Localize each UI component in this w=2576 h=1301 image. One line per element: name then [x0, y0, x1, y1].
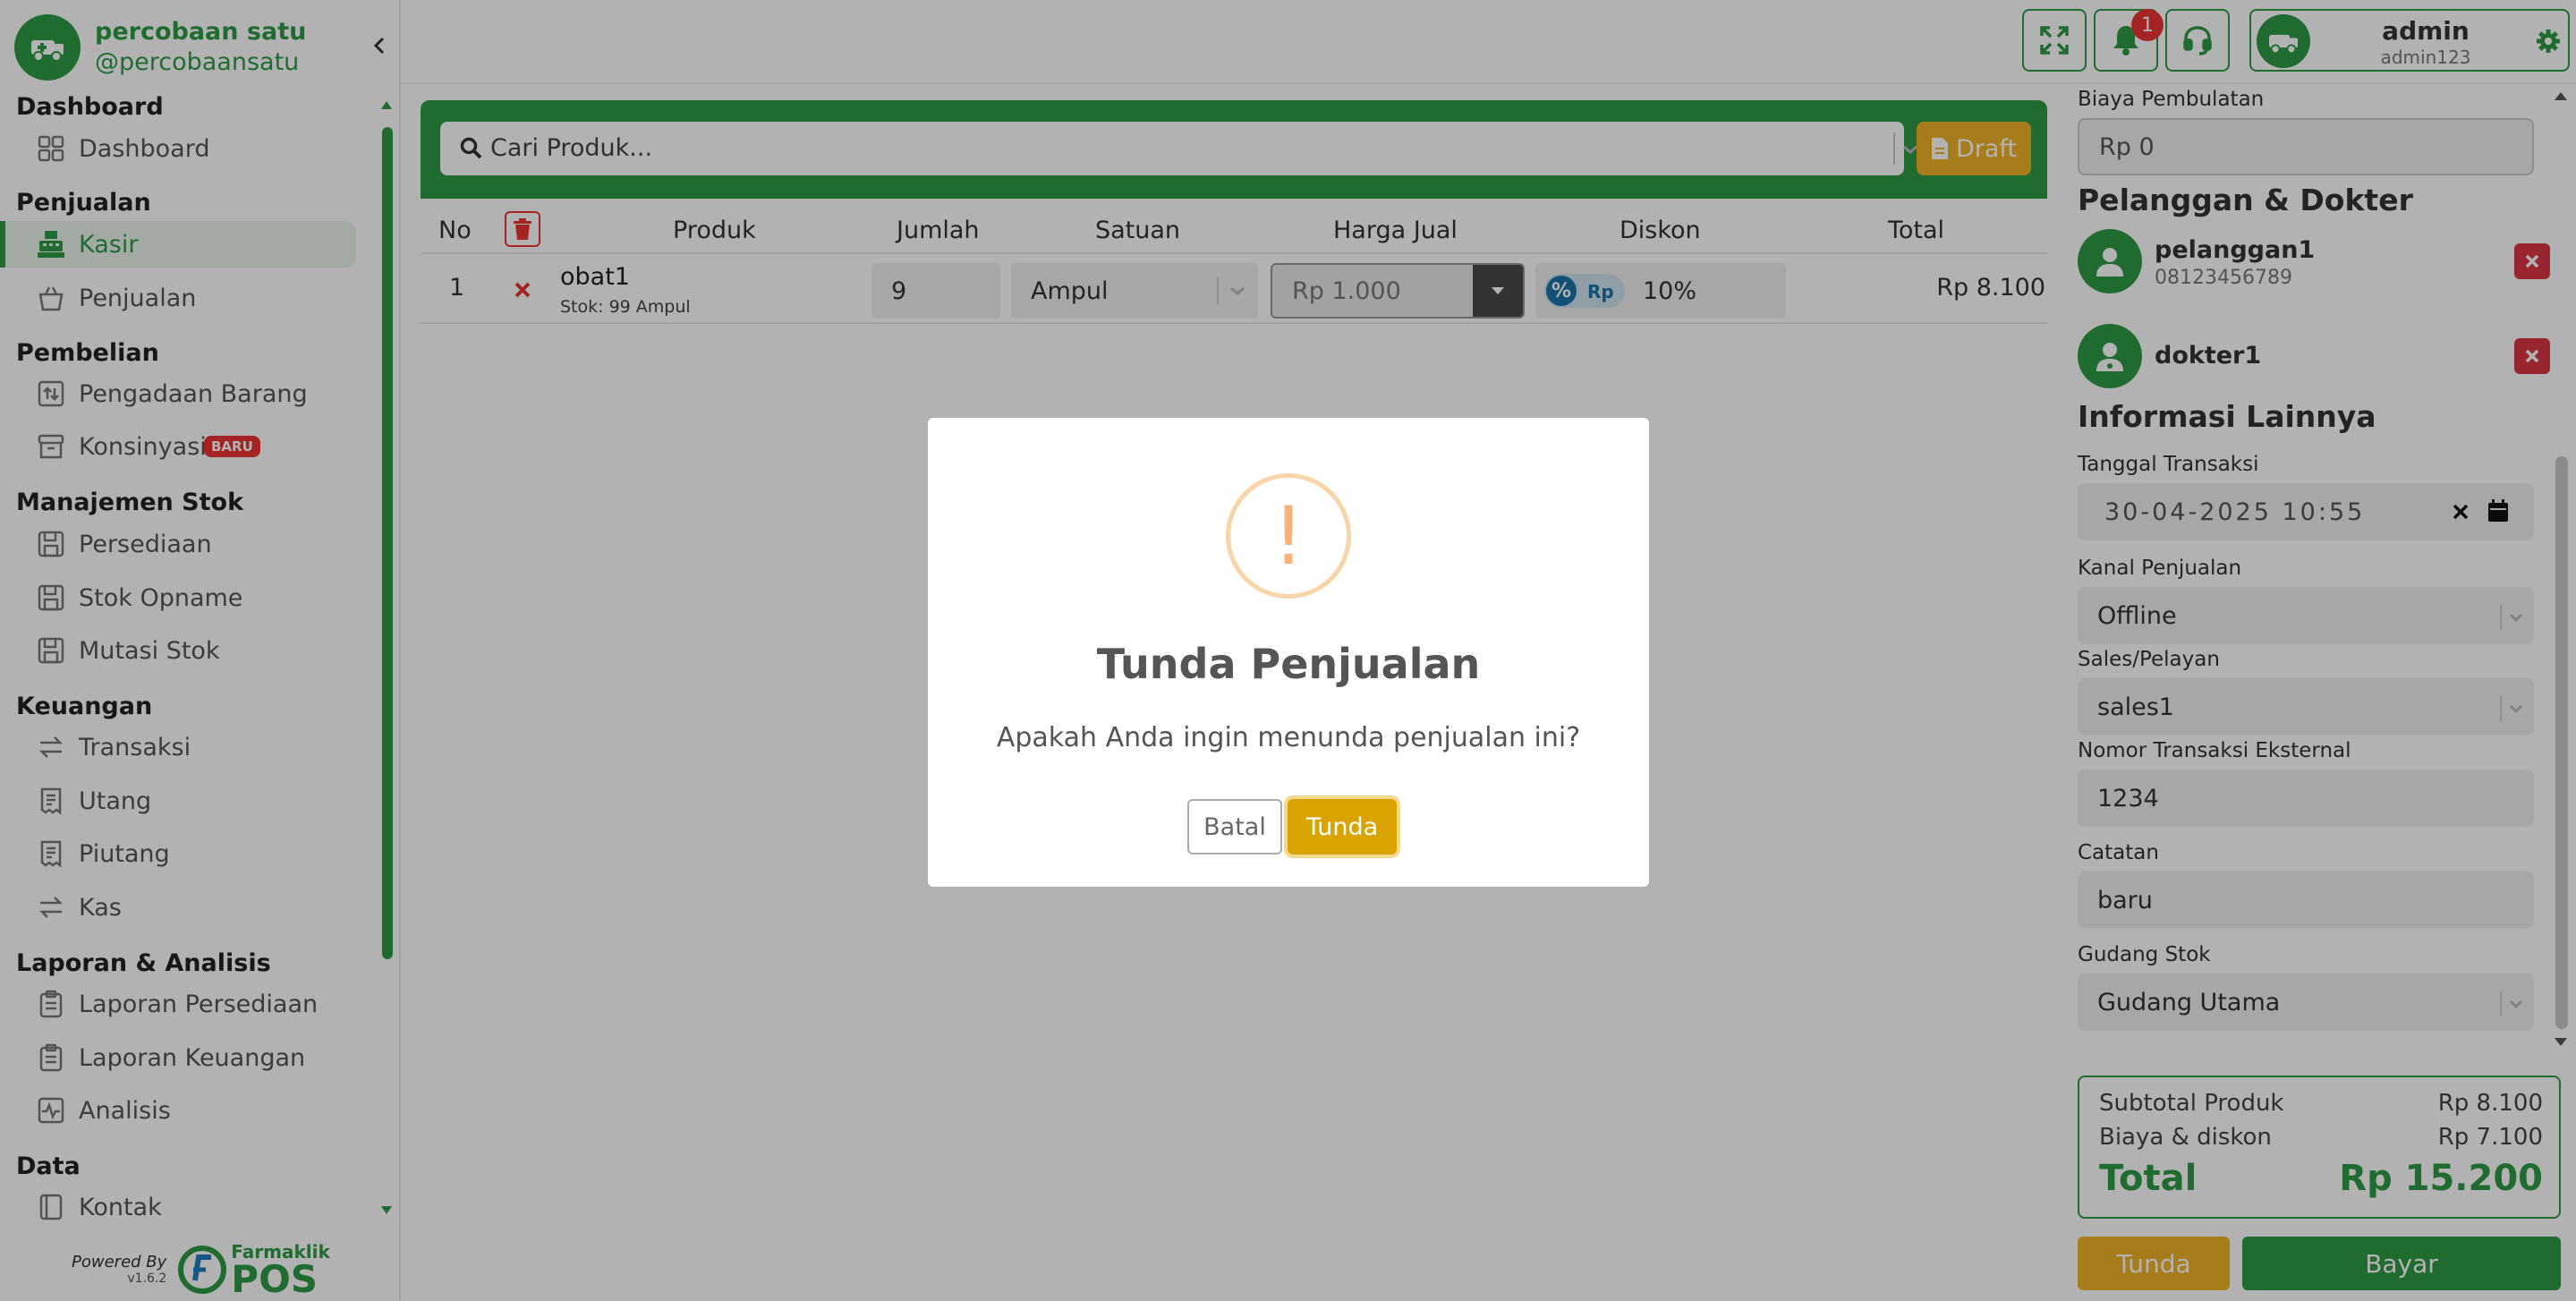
warning-icon: !: [1226, 473, 1351, 599]
confirm-dialog: ! Tunda Penjualan Apakah Anda ingin menu…: [928, 418, 1649, 887]
cancel-button[interactable]: Batal: [1187, 799, 1282, 855]
warning-glyph: !: [1271, 489, 1305, 583]
dialog-message: Apakah Anda ingin menunda penjualan ini?: [996, 722, 1581, 753]
confirm-tunda-button[interactable]: Tunda: [1288, 799, 1397, 855]
dialog-title: Tunda Penjualan: [1096, 640, 1481, 688]
